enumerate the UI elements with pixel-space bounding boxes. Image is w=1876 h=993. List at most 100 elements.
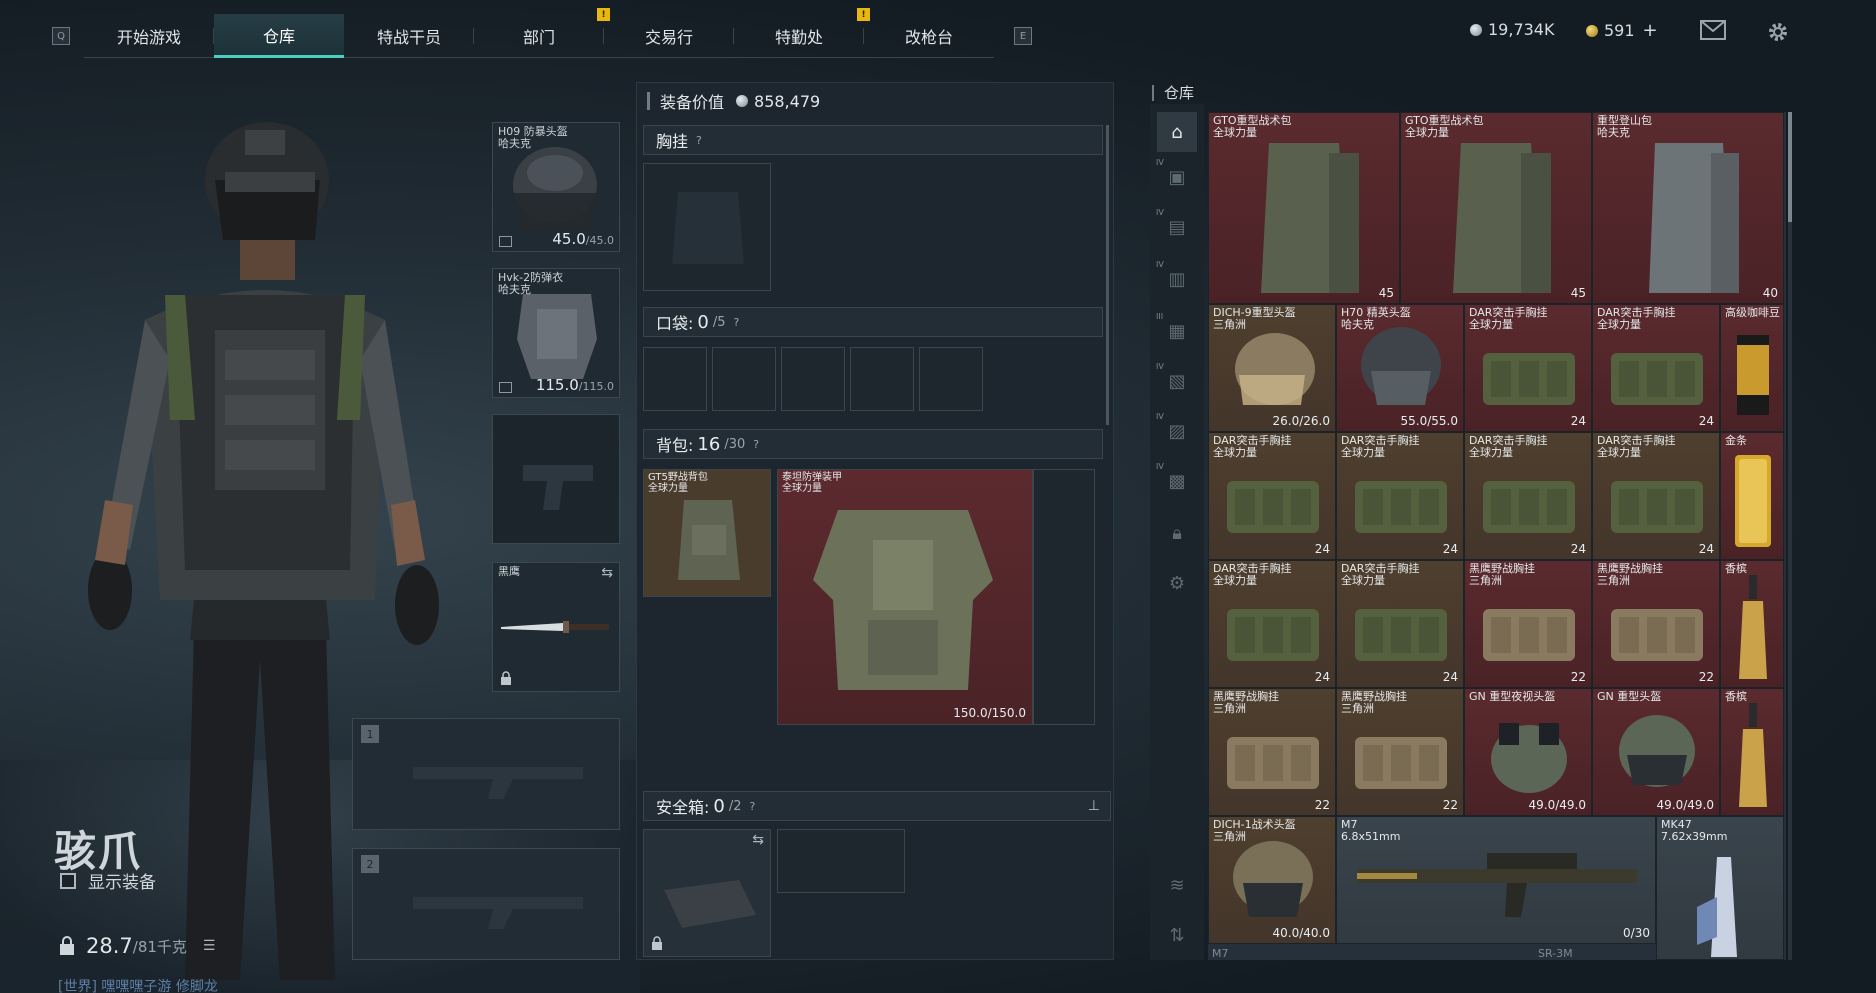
layers-icon[interactable]: ≋ bbox=[1162, 870, 1192, 900]
armor-slot[interactable]: Hvk-2防弹衣 哈夫克 115.0/115.0 bbox=[492, 268, 620, 398]
storage-item[interactable]: DAR突击手胸挂 全球力量 24 bbox=[1464, 432, 1592, 560]
category-icon[interactable]: IV ▨ bbox=[1156, 412, 1192, 446]
pocket-slot[interactable] bbox=[850, 347, 914, 411]
storage-scrollbar[interactable] bbox=[1788, 112, 1792, 960]
lock-icon[interactable]: 🔒︎ bbox=[1162, 518, 1192, 548]
tab-special-ops[interactable]: 特勤处! bbox=[734, 8, 870, 58]
storage-item[interactable]: GTO重型战术包 全球力量 45 bbox=[1400, 112, 1592, 304]
titan-armor-name: 泰坦防弹装甲 全球力量 bbox=[782, 472, 842, 494]
melee-slot[interactable]: 黑鹰 ⇆ bbox=[492, 562, 620, 692]
storage-item[interactable]: DICH-9重型头盔 三角洲 26.0/26.0 bbox=[1208, 304, 1336, 432]
tab-storage[interactable]: 仓库 bbox=[214, 14, 344, 58]
storage-item[interactable]: DAR突击手胸挂 全球力量 24 bbox=[1208, 432, 1336, 560]
mail-icon[interactable] bbox=[1700, 20, 1726, 42]
e-key-hint[interactable]: E bbox=[1014, 27, 1032, 45]
pin-icon[interactable]: ⊥ bbox=[1088, 798, 1100, 814]
world-chat[interactable]: [世界] 嘿嘿嘿子游 修脚龙 bbox=[58, 976, 218, 993]
gear-value: 装备价值 858,479 bbox=[647, 89, 820, 113]
settings-icon[interactable]: ⚙ bbox=[1162, 568, 1192, 598]
list-icon[interactable]: ☰ bbox=[203, 938, 216, 954]
titan-armor-durability: 150.0/150.0 bbox=[953, 706, 1026, 720]
pistol-slot[interactable] bbox=[492, 414, 620, 544]
pocket-slot[interactable] bbox=[712, 347, 776, 411]
show-gear-toggle[interactable]: 显示装备 bbox=[60, 868, 156, 893]
gold-currency[interactable]: 591 + bbox=[1586, 20, 1658, 41]
storage-item[interactable]: GN 重型夜视头盔 49.0/49.0 bbox=[1464, 688, 1592, 816]
unlock-icon bbox=[499, 382, 512, 393]
safebox-header: 安全箱: 0/2? ⊥ bbox=[643, 791, 1111, 821]
swap-icon[interactable]: ⇆ bbox=[601, 565, 613, 581]
gear-icon[interactable] bbox=[1766, 20, 1792, 42]
help-icon[interactable]: ? bbox=[750, 800, 756, 813]
tab-gunsmith[interactable]: 改枪台 bbox=[864, 14, 994, 58]
pocket-slot[interactable] bbox=[781, 347, 845, 411]
unlock-icon bbox=[499, 236, 512, 247]
storage-item[interactable]: 黑鹰野战胸挂 三角洲 22 bbox=[1208, 688, 1336, 816]
storage-sidebar: ⌂ IV ▣ IV ▤ IV ▥ III ▦ IV ▧ IV ▨ IV ▩ 🔒︎ ⚙ ≋ ⇅ bbox=[1150, 104, 1204, 960]
safebox-grid[interactable] bbox=[777, 829, 905, 893]
swap-icon[interactable]: ⇆ bbox=[752, 832, 764, 848]
titan-armor-item[interactable]: 泰坦防弹装甲 全球力量 150.0/150.0 bbox=[778, 470, 1032, 724]
storage-scroll-thumb[interactable] bbox=[1788, 112, 1792, 222]
weight-max: /81千克 bbox=[132, 937, 187, 956]
tab-label: 部门 bbox=[522, 28, 555, 47]
category-icon[interactable]: IV ▩ bbox=[1156, 462, 1192, 496]
backpack-slot[interactable]: GT5野战背包 全球力量 bbox=[643, 469, 771, 597]
category-icon[interactable]: III ▦ bbox=[1156, 312, 1192, 346]
storage-item[interactable]: M7 6.8x51mm 0/30 bbox=[1336, 816, 1656, 944]
tab-start-game[interactable]: 开始游戏 bbox=[84, 14, 214, 58]
storage-item[interactable]: 黑鹰野战胸挂 三角洲 22 bbox=[1336, 688, 1464, 816]
storage-item[interactable]: 高级咖啡豆 bbox=[1720, 304, 1784, 432]
loadout-scrollbar[interactable] bbox=[1106, 125, 1109, 425]
storage-item[interactable]: DAR突击手胸挂 全球力量 24 bbox=[1464, 304, 1592, 432]
backpack-header: 背包: 16/30? bbox=[643, 429, 1103, 459]
help-icon[interactable]: ? bbox=[734, 316, 740, 329]
category-icon[interactable]: IV ▣ bbox=[1156, 158, 1192, 192]
weight-value: 28.7 bbox=[86, 934, 133, 958]
add-gold-button[interactable]: + bbox=[1643, 20, 1658, 41]
storage-item[interactable]: GN 重型头盔 49.0/49.0 bbox=[1592, 688, 1720, 816]
storage-item[interactable]: DAR突击手胸挂 全球力量 24 bbox=[1336, 432, 1464, 560]
backpack-grid-empty[interactable] bbox=[1033, 469, 1095, 725]
pocket-slot[interactable] bbox=[643, 347, 707, 411]
help-icon[interactable]: ? bbox=[696, 134, 702, 147]
help-icon[interactable]: ? bbox=[753, 438, 759, 451]
storage-item[interactable]: 重型登山包 哈夫克 40 bbox=[1592, 112, 1784, 304]
storage-item[interactable]: DAR突击手胸挂 全球力量 24 bbox=[1592, 432, 1720, 560]
primary-weapon-slot-2[interactable]: 2 bbox=[352, 848, 620, 960]
tab-label: 交易行 bbox=[644, 28, 693, 47]
storage-item[interactable]: DAR突击手胸挂 全球力量 24 bbox=[1208, 560, 1336, 688]
all-items-icon[interactable]: ⌂ bbox=[1157, 112, 1197, 152]
storage-title: 仓库 bbox=[1152, 82, 1194, 103]
safebox-slot[interactable]: ⇆ bbox=[643, 829, 771, 957]
lock-icon bbox=[652, 936, 662, 950]
category-icon[interactable]: IV ▤ bbox=[1156, 208, 1192, 242]
backpack-grid[interactable]: 泰坦防弹装甲 全球力量 150.0/150.0 bbox=[777, 469, 1033, 725]
main-tabs: 开始游戏 仓库 特战干员 部门! 交易行 特勤处! 改枪台 bbox=[84, 8, 994, 58]
storage-item[interactable]: GTO重型战术包 全球力量 45 bbox=[1208, 112, 1400, 304]
storage-grid[interactable]: GTO重型战术包 全球力量 45 GTO重型战术包 全球力量 45 重型登山包 哈夫克… bbox=[1208, 112, 1786, 960]
category-icon[interactable]: IV ▥ bbox=[1156, 260, 1192, 294]
storage-item[interactable]: H70 精英头盔 哈夫克 55.0/55.0 bbox=[1336, 304, 1464, 432]
storage-item[interactable]: 金条 bbox=[1720, 432, 1784, 560]
show-gear-checkbox[interactable] bbox=[60, 872, 76, 889]
sort-icon[interactable]: ⇅ bbox=[1162, 920, 1192, 950]
storage-row-label: SR-3M bbox=[1538, 947, 1573, 960]
storage-item[interactable]: 香槟 bbox=[1720, 560, 1784, 688]
category-icon[interactable]: IV ▧ bbox=[1156, 362, 1192, 396]
primary-weapon-slot-1[interactable]: 1 bbox=[352, 718, 620, 830]
storage-item[interactable]: DAR突击手胸挂 全球力量 24 bbox=[1592, 304, 1720, 432]
storage-item[interactable]: DICH-1战术头盔 三角洲 40.0/40.0 bbox=[1208, 816, 1336, 944]
q-key-hint[interactable]: Q bbox=[52, 27, 70, 45]
pocket-slot[interactable] bbox=[919, 347, 983, 411]
storage-item[interactable]: MK47 7.62x39mm bbox=[1656, 816, 1784, 960]
storage-item[interactable]: 香槟 bbox=[1720, 688, 1784, 816]
tab-trade[interactable]: 交易行 bbox=[604, 14, 734, 58]
helmet-slot[interactable]: H09 防暴头盔 哈夫克 45.0/45.0 bbox=[492, 122, 620, 252]
tab-department[interactable]: 部门! bbox=[474, 8, 610, 58]
tab-operators[interactable]: 特战干员 bbox=[344, 14, 474, 58]
storage-item[interactable]: 黑鹰野战胸挂 三角洲 22 bbox=[1592, 560, 1720, 688]
storage-item[interactable]: 黑鹰野战胸挂 三角洲 22 bbox=[1464, 560, 1592, 688]
chest-rig-slot[interactable] bbox=[643, 163, 771, 291]
storage-item[interactable]: DAR突击手胸挂 全球力量 24 bbox=[1336, 560, 1464, 688]
